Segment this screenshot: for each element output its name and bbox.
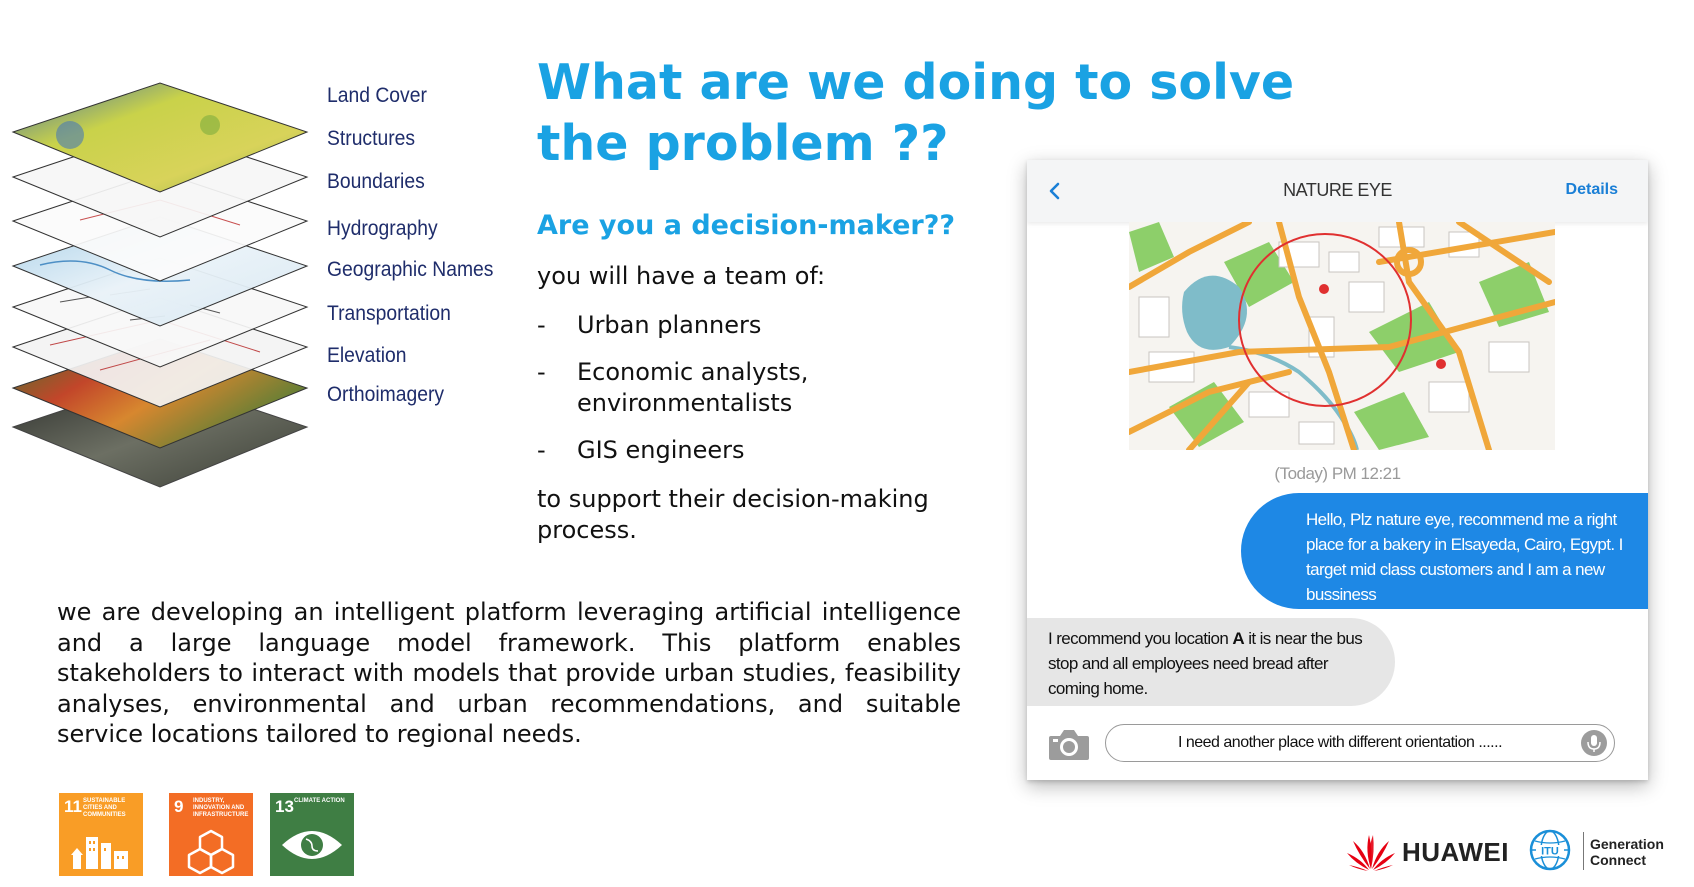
bot-message-text: I recommend you location A it is near th… (1048, 626, 1378, 701)
details-link[interactable]: Details (1566, 181, 1618, 199)
layer-label-structures: Structures (327, 127, 416, 150)
slide-subtitle: Are you a decision-maker?? (537, 210, 956, 241)
team-item-economic-analysts: - Economic analysts, environmentalists (537, 357, 897, 419)
sdg-13-badge: 13 Climate action (270, 793, 354, 876)
sdg-9-badge: 9 Industry, innovation and infrastructur… (169, 793, 253, 876)
itu-wordmark: ITU (1541, 846, 1559, 858)
huawei-wordmark: HUAWEI (1402, 837, 1509, 867)
layer-label-geographic-names: Geographic Names (327, 258, 494, 281)
logo-divider (1583, 832, 1584, 870)
message-input-value: I need another place with different orie… (1177, 734, 1503, 751)
slide-title: What are we doing to solve the problem ?… (537, 54, 1295, 172)
team-item-gis-engineers: - GIS engineers (537, 435, 897, 466)
generation-word: Generation (1590, 836, 1664, 852)
message-input[interactable]: I need another place with different orie… (1105, 724, 1615, 762)
gis-layer-stack: Land Cover Structures Boundaries Hydrogr… (10, 40, 494, 500)
message-timestamp: (Today) PM 12:21 (1274, 464, 1401, 483)
itu-globe-icon: ITU (1529, 829, 1571, 871)
sdg-11-badge: 11 Sustainable cities and communities (59, 793, 143, 876)
chat-app-title: NATURE EYE (1283, 180, 1392, 200)
itu-generation-connect-logo: ITU Generation Connect (1528, 826, 1668, 876)
list-dash: - (537, 311, 546, 339)
user-message-bubble: Hello, Plz nature eye, recommend me a ri… (1241, 493, 1648, 609)
cubes-icon (187, 829, 235, 875)
team-item-label: GIS engineers (577, 436, 745, 464)
connect-word: Connect (1590, 852, 1646, 868)
team-item-label: Economic analysts, environmentalists (577, 358, 809, 417)
layer-label-orthoimagery: Orthoimagery (327, 383, 445, 406)
layer-label-transportation: Transportation (327, 302, 451, 325)
layer-label-land-cover: Land Cover (327, 84, 427, 107)
location-marker-a (1319, 284, 1329, 294)
camera-icon[interactable] (1047, 726, 1091, 762)
city-map-image (1129, 222, 1555, 450)
generation-connect-wordmark: Generation Connect (1590, 836, 1664, 868)
layer-label-boundaries: Boundaries (327, 170, 425, 193)
microphone-icon[interactable] (1580, 729, 1608, 757)
bot-message-location: A (1232, 629, 1245, 648)
location-marker-b (1436, 359, 1446, 369)
huawei-logo: HUAWEI (1345, 829, 1515, 873)
city-icon (71, 837, 128, 869)
eye-globe-icon (282, 831, 342, 859)
bot-message-part: I recommend you location (1048, 629, 1233, 648)
support-text: to support their decision-making process… (537, 485, 929, 544)
team-item-label: Urban planners (577, 311, 762, 339)
list-dash: - (537, 436, 546, 464)
layer-label-hydrography: Hydrography (327, 217, 438, 240)
team-list: - Urban planners - Economic analysts, en… (537, 310, 897, 482)
user-message-text: Hello, Plz nature eye, recommend me a ri… (1306, 510, 1623, 604)
team-item-urban-planners: - Urban planners (537, 310, 897, 341)
gis-layers-illustration (11, 82, 309, 488)
chat-app-window: NATURE EYE Details (Today) PM 12:21 Hell… (1027, 160, 1648, 780)
bot-message-bubble: I recommend you location A it is near th… (1027, 618, 1395, 706)
team-intro-text: you will have a team of: (537, 262, 826, 290)
platform-description: we are developing an intelligent platfor… (57, 598, 961, 748)
list-dash: - (537, 358, 546, 386)
huawei-flower-icon (1347, 835, 1395, 871)
layer-label-elevation: Elevation (327, 344, 407, 367)
chat-header: NATURE EYE Details (1027, 160, 1648, 222)
